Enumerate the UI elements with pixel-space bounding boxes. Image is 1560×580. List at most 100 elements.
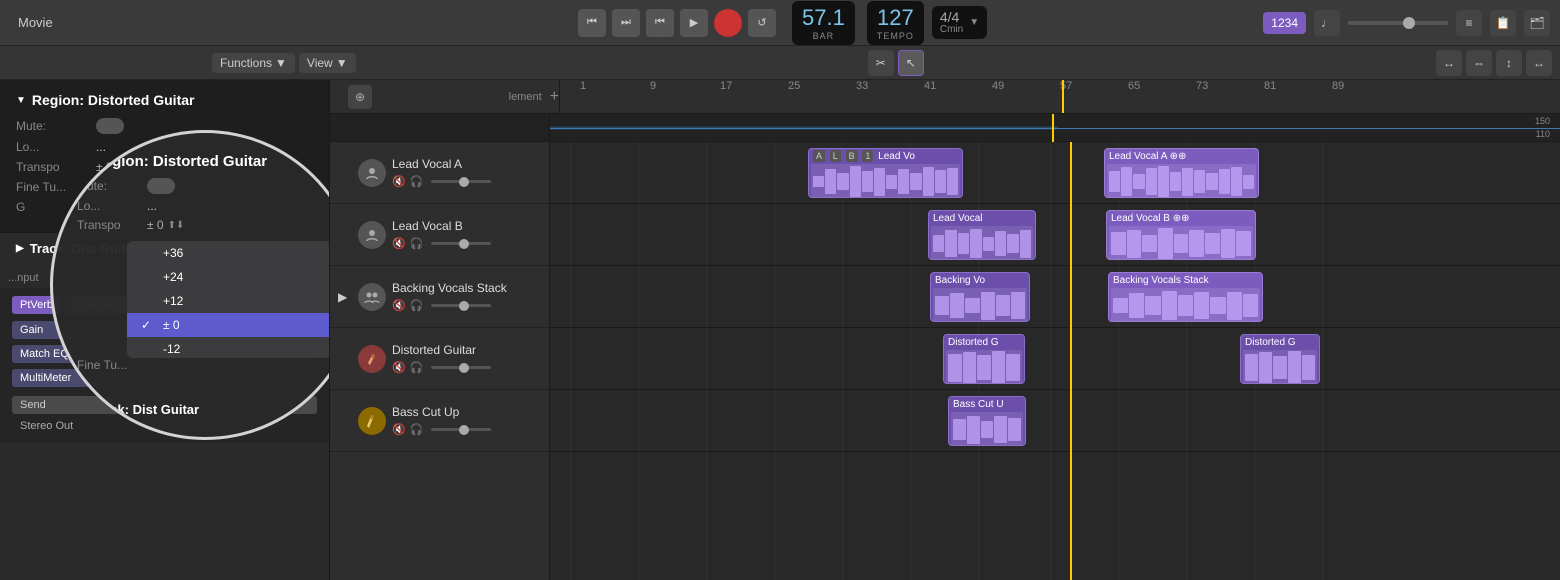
record-button[interactable]	[714, 9, 742, 37]
list-editor-button[interactable]: ≡	[1456, 10, 1482, 36]
tempo-value: 127	[877, 5, 914, 31]
time-signature[interactable]: 4/4 Cmin ▼	[932, 6, 987, 39]
track-icon-backing-vocals	[358, 283, 386, 311]
headphones-icon-1[interactable]: 🎧	[410, 175, 424, 188]
track-list-area: ⊕ lement + 1 9 17 25 33 41 49 57 65 73	[330, 80, 1560, 580]
track-row-lead-vocal-a: A L B 1 Lead Vo	[550, 142, 1560, 204]
transpose-option-plus12[interactable]: +12	[127, 289, 330, 313]
track-fader-1[interactable]	[431, 180, 491, 183]
track-fader-3[interactable]	[431, 304, 491, 307]
view-menu-button[interactable]: View ▼	[299, 53, 356, 73]
clip-distorted-guitar-1[interactable]: Distorted G	[943, 334, 1025, 384]
functions-menu-button[interactable]: Functions ▼	[212, 53, 295, 73]
track-icon-bass	[358, 407, 386, 435]
ruler-mark-81: 81	[1264, 80, 1276, 92]
trim-tool[interactable]: ✂	[868, 50, 894, 76]
rewind-button[interactable]: ⏮	[578, 9, 606, 37]
bar-label: BAR	[813, 31, 835, 41]
ruler-mark-25: 25	[788, 80, 800, 92]
mute-icon-2[interactable]: 🔇	[392, 237, 406, 250]
mute-icon-3[interactable]: 🔇	[392, 299, 406, 312]
snap-tool[interactable]: ⇔	[1466, 50, 1492, 76]
time-sig-value: 4/4	[940, 10, 963, 24]
clip-label-lvb1: Lead Vocal	[929, 211, 1035, 226]
element-label: lement	[509, 91, 542, 103]
track-fader-2[interactable]	[431, 242, 491, 245]
pointer-tool[interactable]: ↖	[898, 50, 924, 76]
track-controls-4: 🔇 🎧	[392, 361, 541, 374]
track-fader-4[interactable]	[431, 366, 491, 369]
mute-label: Mute:	[16, 119, 96, 133]
play-button[interactable]: ▶	[680, 9, 708, 37]
waveform-lva1	[811, 164, 960, 198]
view-chevron-icon: ▼	[336, 56, 348, 70]
tag-a: A	[813, 150, 825, 162]
resize-tool[interactable]: ↔	[1436, 50, 1462, 76]
browser-button[interactable]: 🗂	[1524, 10, 1550, 36]
clip-bass-1[interactable]: Bass Cut U	[948, 396, 1026, 446]
clip-label-bass1: Bass Cut U	[949, 397, 1025, 412]
overlay-transpose-row: Transpo ± 0 ⬆⬇	[77, 218, 330, 232]
region-inspector-title: ▼ Region: Distorted Guitar	[16, 92, 313, 108]
track-icon-lead-vocal-a	[358, 159, 386, 187]
clip-lead-vocal-a-1[interactable]: A L B 1 Lead Vo	[808, 148, 963, 198]
fit-tool[interactable]: ↕	[1496, 50, 1522, 76]
clip-label-lvb2: Lead Vocal B ⊕⊕	[1107, 211, 1255, 226]
skip-back-button[interactable]: ⏮	[646, 9, 674, 37]
mute-icon-1[interactable]: 🔇	[392, 175, 406, 188]
clip-distorted-guitar-2[interactable]: Distorted G	[1240, 334, 1320, 384]
overlay-transpose-label: Transpo	[77, 218, 147, 232]
ruler-mark-33: 33	[856, 80, 868, 92]
transpose-option-plus24[interactable]: +24	[127, 265, 330, 289]
track-icon-lead-vocal-b	[358, 221, 386, 249]
time-sig-chevron[interactable]: ▼	[969, 17, 979, 28]
transpose-option-minus12[interactable]: -12	[127, 337, 330, 358]
overlay-loop-row: Lo... ...	[77, 199, 330, 213]
overlay-transpose-stepper[interactable]: ⬆⬇	[168, 220, 185, 231]
waveform-dg1	[946, 350, 1022, 384]
clip-backing-vocals-2[interactable]: Backing Vocals Stack	[1108, 272, 1263, 322]
track-controls-1: 🔇 🎧	[392, 175, 541, 188]
note-pad-button[interactable]: 📋	[1490, 10, 1516, 36]
expand-tool[interactable]: ↔	[1526, 50, 1552, 76]
track-play-icon-3[interactable]: ▶	[338, 290, 352, 304]
track-header-info-2: Lead Vocal B 🔇 🎧	[392, 219, 541, 250]
ruler-mark-1: 1	[580, 80, 586, 92]
headphones-icon-5[interactable]: 🎧	[410, 423, 424, 436]
clip-lead-vocal-b-1[interactable]: Lead Vocal	[928, 210, 1036, 260]
tag-b: B	[846, 150, 858, 162]
transpose-option-plus36[interactable]: +36	[127, 241, 330, 265]
mute-toggle[interactable]	[96, 118, 124, 134]
track-row-distorted-guitar: Distorted G Distorted G	[550, 328, 1560, 390]
ruler-mark-65: 65	[1128, 80, 1140, 92]
clip-lead-vocal-b-2[interactable]: Lead Vocal B ⊕⊕	[1106, 210, 1256, 260]
headphones-icon-4[interactable]: 🎧	[410, 361, 424, 374]
mute-icon-4[interactable]: 🔇	[392, 361, 406, 374]
waveform-bass1	[951, 412, 1023, 446]
track-name-backing-vocals: Backing Vocals Stack	[392, 281, 541, 295]
track-row-bass: Bass Cut U	[550, 390, 1560, 452]
playhead-ruler-marker	[1062, 80, 1064, 113]
clip-lead-vocal-a-2[interactable]: Lead Vocal A ⊕⊕	[1104, 148, 1259, 198]
headphones-icon-3[interactable]: 🎧	[410, 299, 424, 312]
clip-label-bv2: Backing Vocals Stack	[1109, 273, 1262, 288]
headphones-icon-2[interactable]: 🎧	[410, 237, 424, 250]
overlay-mute-toggle[interactable]	[147, 178, 175, 194]
metronome-button[interactable]: ♩	[1314, 10, 1340, 36]
clip-backing-vocals-1[interactable]: Backing Vo	[930, 272, 1030, 322]
add-element-button[interactable]: +	[550, 88, 559, 106]
master-volume-slider[interactable]	[1348, 21, 1448, 25]
toolbar-right: 1234 ♩ ≡ 📋 🗂	[1263, 10, 1550, 36]
track-fader-5[interactable]	[431, 428, 491, 431]
overlay-transpose-value[interactable]: ± 0	[147, 218, 164, 232]
main-toolbar: Movie ⏮ ⏭ ⏮ ▶ ↺ 57.1 BAR 127 TEMPO	[0, 0, 1560, 46]
cycle-button[interactable]: ↺	[748, 9, 776, 37]
add-track-icon[interactable]: ⊕	[348, 85, 372, 109]
ruler-mark-49: 49	[992, 80, 1004, 92]
fast-forward-button[interactable]: ⏭	[612, 9, 640, 37]
bar-section: 57.1 BAR	[802, 5, 845, 41]
transpose-option-zero[interactable]: ✓ ± 0	[127, 313, 330, 337]
smart-controls-button[interactable]: 1234	[1263, 12, 1306, 34]
mute-icon-5[interactable]: 🔇	[392, 423, 406, 436]
clip-label-lva1: A L B 1 Lead Vo	[809, 149, 962, 164]
